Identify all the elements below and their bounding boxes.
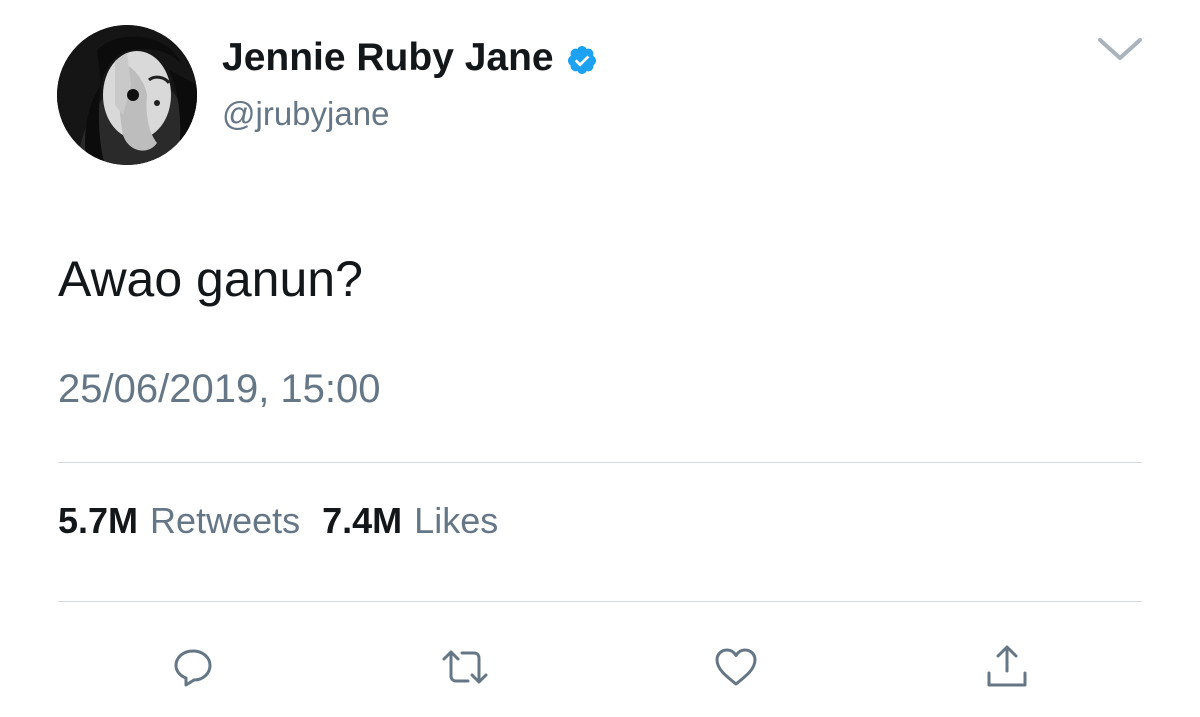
avatar-image bbox=[57, 25, 197, 165]
display-name[interactable]: Jennie Ruby Jane bbox=[222, 36, 554, 80]
tweet-stats: 5.7M Retweets 7.4M Likes bbox=[58, 500, 498, 542]
chevron-down-icon[interactable] bbox=[1094, 30, 1146, 70]
retweet-icon bbox=[442, 650, 488, 684]
reply-button[interactable] bbox=[163, 637, 223, 697]
retweets-stat[interactable]: 5.7M Retweets bbox=[58, 500, 300, 542]
retweets-label: Retweets bbox=[150, 500, 301, 541]
verified-badge-icon bbox=[566, 42, 598, 74]
retweet-button[interactable] bbox=[435, 637, 495, 697]
likes-label: Likes bbox=[414, 500, 499, 541]
tweet-text: Awao ganun? bbox=[58, 251, 363, 307]
tweet-timestamp: 25/06/2019, 15:00 bbox=[58, 367, 381, 411]
likes-count: 7.4M bbox=[322, 500, 403, 541]
retweets-count: 5.7M bbox=[58, 500, 139, 541]
divider bbox=[58, 462, 1142, 463]
user-handle[interactable]: @jrubyjane bbox=[222, 95, 389, 133]
share-icon bbox=[987, 645, 1027, 687]
reply-icon bbox=[174, 649, 212, 687]
share-button[interactable] bbox=[977, 637, 1037, 697]
divider bbox=[58, 601, 1142, 602]
avatar[interactable] bbox=[57, 25, 197, 165]
display-name-row[interactable]: Jennie Ruby Jane bbox=[222, 36, 598, 80]
like-button[interactable] bbox=[706, 637, 766, 697]
likes-stat[interactable]: 7.4M Likes bbox=[322, 500, 498, 542]
heart-icon bbox=[715, 648, 757, 686]
